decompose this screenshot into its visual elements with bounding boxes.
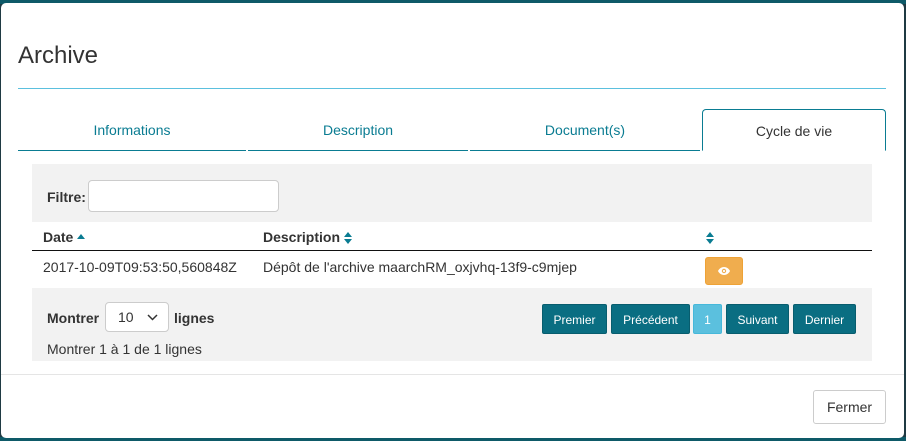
tab-documents[interactable]: Document(s) bbox=[470, 109, 700, 151]
view-button[interactable] bbox=[705, 257, 743, 285]
filter-label: Filtre: bbox=[47, 189, 86, 205]
table-row: 2017-10-09T09:53:50,560848Z Dépôt de l'a… bbox=[32, 251, 872, 288]
length-prefix: Montrer bbox=[47, 310, 100, 326]
eye-icon bbox=[718, 267, 730, 275]
page-length-select[interactable]: 10 bbox=[105, 302, 169, 332]
page-length-value: 10 bbox=[118, 309, 134, 325]
footer-divider bbox=[1, 374, 904, 375]
tab-informations[interactable]: Informations bbox=[18, 109, 246, 151]
table-header: Date Description bbox=[32, 222, 872, 251]
pagination-last-button[interactable]: Dernier bbox=[793, 304, 856, 334]
pagination-next-button[interactable]: Suivant bbox=[726, 304, 789, 334]
table-info: Montrer 1 à 1 de 1 lignes bbox=[47, 341, 202, 357]
column-header-label: Description bbox=[263, 229, 341, 245]
chevron-down-icon bbox=[147, 314, 158, 321]
length-suffix: lignes bbox=[174, 310, 215, 326]
column-header-actions[interactable] bbox=[706, 229, 714, 245]
archive-modal: Archive Informations Description Documen… bbox=[1, 3, 904, 438]
sort-asc-icon bbox=[77, 232, 86, 244]
close-button[interactable]: Fermer bbox=[813, 390, 886, 424]
column-header-label: Date bbox=[43, 229, 74, 245]
tab-cycle-de-vie[interactable]: Cycle de vie bbox=[702, 109, 886, 151]
sort-icon bbox=[344, 232, 353, 245]
sort-icon bbox=[706, 232, 714, 245]
pagination-previous-button[interactable]: Précédent bbox=[611, 304, 690, 334]
cell-date: 2017-10-09T09:53:50,560848Z bbox=[43, 259, 237, 275]
tab-bar: Informations Description Document(s) Cyc… bbox=[18, 109, 886, 151]
tab-description[interactable]: Description bbox=[248, 109, 468, 151]
modal-title: Archive bbox=[18, 42, 99, 69]
filter-input[interactable] bbox=[88, 180, 279, 212]
table-footer-panel: Montrer 10 lignes Montrer 1 à 1 de 1 lig… bbox=[32, 288, 872, 361]
column-header-description[interactable]: Description bbox=[263, 229, 353, 245]
column-header-date[interactable]: Date bbox=[43, 229, 86, 245]
filter-panel: Filtre: bbox=[32, 164, 872, 222]
pagination-page-button[interactable]: 1 bbox=[693, 304, 722, 334]
pagination-first-button[interactable]: Premier bbox=[542, 304, 607, 334]
title-divider bbox=[18, 88, 886, 89]
cell-description: Dépôt de l'archive maarchRM_oxjvhq-13f9-… bbox=[263, 259, 577, 275]
